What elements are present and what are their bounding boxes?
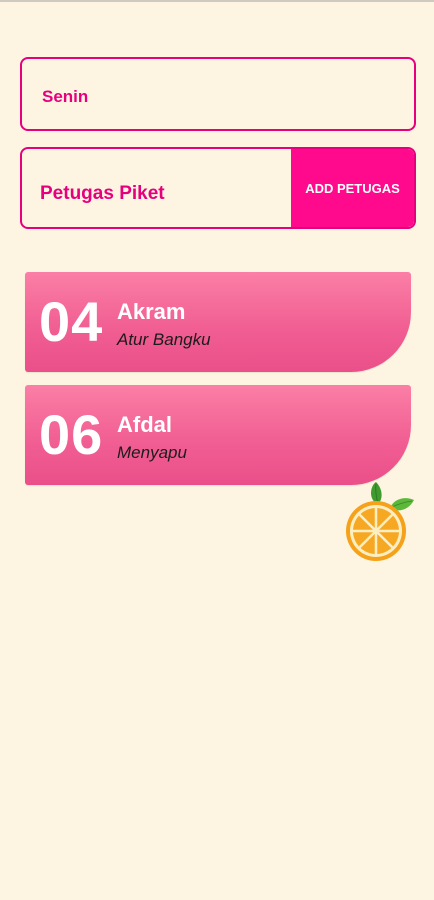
day-field[interactable]: Senin [20,57,416,131]
officer-input[interactable]: Petugas Piket [40,183,165,205]
officer-number: 06 [39,403,104,466]
officer-task: Atur Bangku [117,330,211,349]
officer-number: 04 [39,290,104,353]
officer-input-row: Petugas Piket ADD PETUGAS [20,147,416,229]
list-item[interactable]: 06 Afdal Menyapu [25,385,411,485]
list-item[interactable]: 04 Akram Atur Bangku [25,272,411,372]
app-screen: Senin Petugas Piket ADD PETUGAS 04 Akram… [0,0,434,900]
day-value: Senin [42,87,89,106]
orange-icon [346,482,414,561]
officer-name: Akram [117,299,186,324]
officer-name: Afdal [117,412,172,437]
officer-task: Menyapu [117,443,187,462]
add-officer-button[interactable]: ADD PETUGAS [291,149,414,227]
status-divider [0,0,434,2]
